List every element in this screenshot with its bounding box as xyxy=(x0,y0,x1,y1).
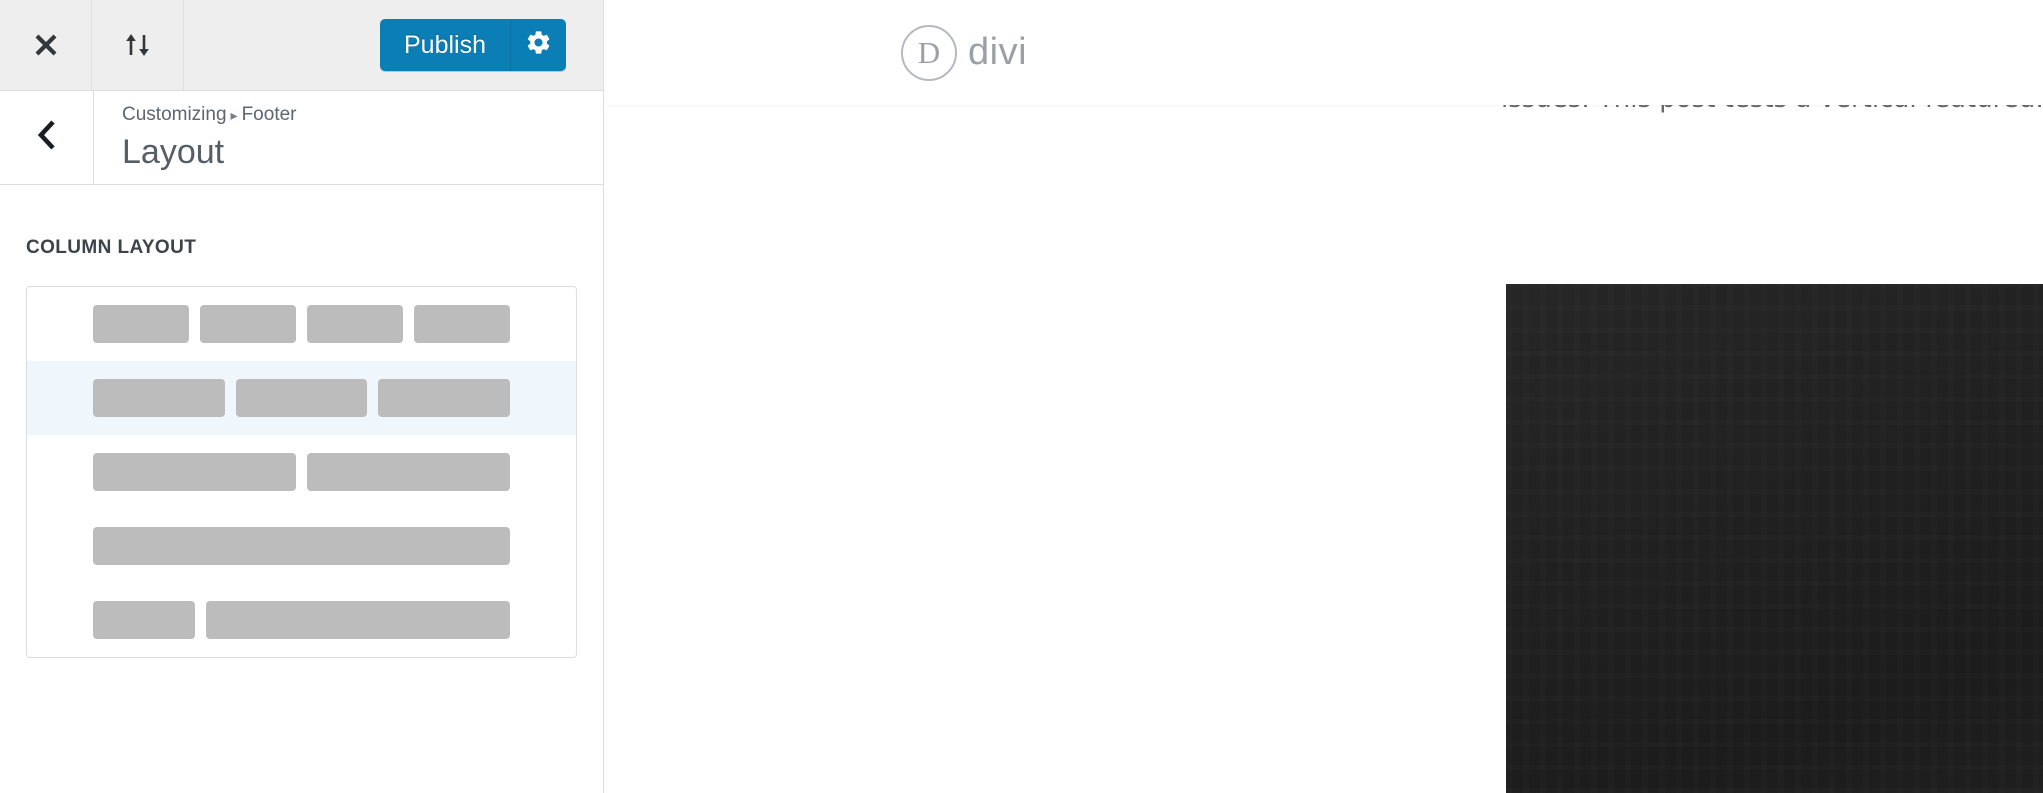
site-logo-text: divi xyxy=(968,31,1028,73)
customizer-action-bar: Publish xyxy=(0,0,603,91)
publish-settings-button[interactable] xyxy=(510,19,566,71)
close-button[interactable] xyxy=(0,0,92,90)
chevron-left-icon xyxy=(34,118,60,157)
site-logo[interactable]: D divi xyxy=(901,24,1028,81)
customizer-sidebar: Publish Customizing ▸ Footer Layout COLU… xyxy=(0,0,604,793)
divi-mark-icon: D xyxy=(901,24,957,81)
layout-preview xyxy=(27,527,576,565)
layout-preview xyxy=(27,601,576,639)
layout-option-four-column-layout[interactable] xyxy=(27,287,576,361)
breadcrumb-root[interactable]: Customizing xyxy=(122,104,227,125)
layout-column-bar xyxy=(307,453,510,491)
preview-site-header: D divi xyxy=(604,0,2043,105)
layout-option-quarter-three-quarter-layout[interactable] xyxy=(27,583,576,657)
layout-option-two-column-layout[interactable] xyxy=(27,435,576,509)
action-bar-spacer xyxy=(184,0,380,90)
layout-column-bar xyxy=(93,379,225,417)
featured-image[interactable]: HORIZONTAL FEATURED IMAGE xyxy=(1506,284,2043,793)
panel-title-row: Customizing ▸ Footer Layout xyxy=(0,91,603,185)
layout-option-three-column-layout[interactable] xyxy=(27,361,576,435)
layout-column-bar xyxy=(93,601,195,639)
gear-icon xyxy=(525,29,552,61)
section-label-column-layout: COLUMN LAYOUT xyxy=(26,237,197,258)
layout-column-bar xyxy=(200,305,296,343)
publish-button-group: Publish xyxy=(380,19,566,71)
panel-body: COLUMN LAYOUT xyxy=(0,185,603,793)
layout-preview xyxy=(27,453,576,491)
close-icon xyxy=(31,30,61,60)
layout-option-one-column-layout[interactable] xyxy=(27,509,576,583)
column-layout-options xyxy=(26,286,577,658)
site-preview[interactable]: D divi issues. This post tests a vertica… xyxy=(604,0,2043,793)
breadcrumb-current: Footer xyxy=(241,103,297,125)
layout-column-bar xyxy=(307,305,403,343)
layout-column-bar xyxy=(93,527,510,565)
collapse-expand-button[interactable] xyxy=(92,0,184,90)
featured-image-caption: HORIZONTAL FEATURED IMAGE xyxy=(2033,620,2043,767)
publish-button[interactable]: Publish xyxy=(380,19,510,71)
layout-column-bar xyxy=(414,305,510,343)
layout-preview xyxy=(27,305,576,343)
panel-title-block: Customizing ▸ Footer Layout xyxy=(94,91,603,184)
customizer-app: Publish Customizing ▸ Footer Layout COLU… xyxy=(0,0,2043,793)
layout-column-bar xyxy=(93,305,189,343)
layout-preview xyxy=(27,379,576,417)
collapse-expand-icon xyxy=(120,30,156,60)
breadcrumb[interactable]: Customizing ▸ Footer xyxy=(122,104,603,127)
breadcrumb-separator-icon: ▸ xyxy=(230,106,238,123)
page-title: Layout xyxy=(122,132,225,171)
layout-column-bar xyxy=(93,453,296,491)
layout-column-bar xyxy=(205,601,510,639)
layout-column-bar xyxy=(235,379,368,417)
layout-column-bar xyxy=(378,379,511,417)
panel-back-button[interactable] xyxy=(0,91,94,184)
featured-image-texture xyxy=(1506,284,2043,793)
